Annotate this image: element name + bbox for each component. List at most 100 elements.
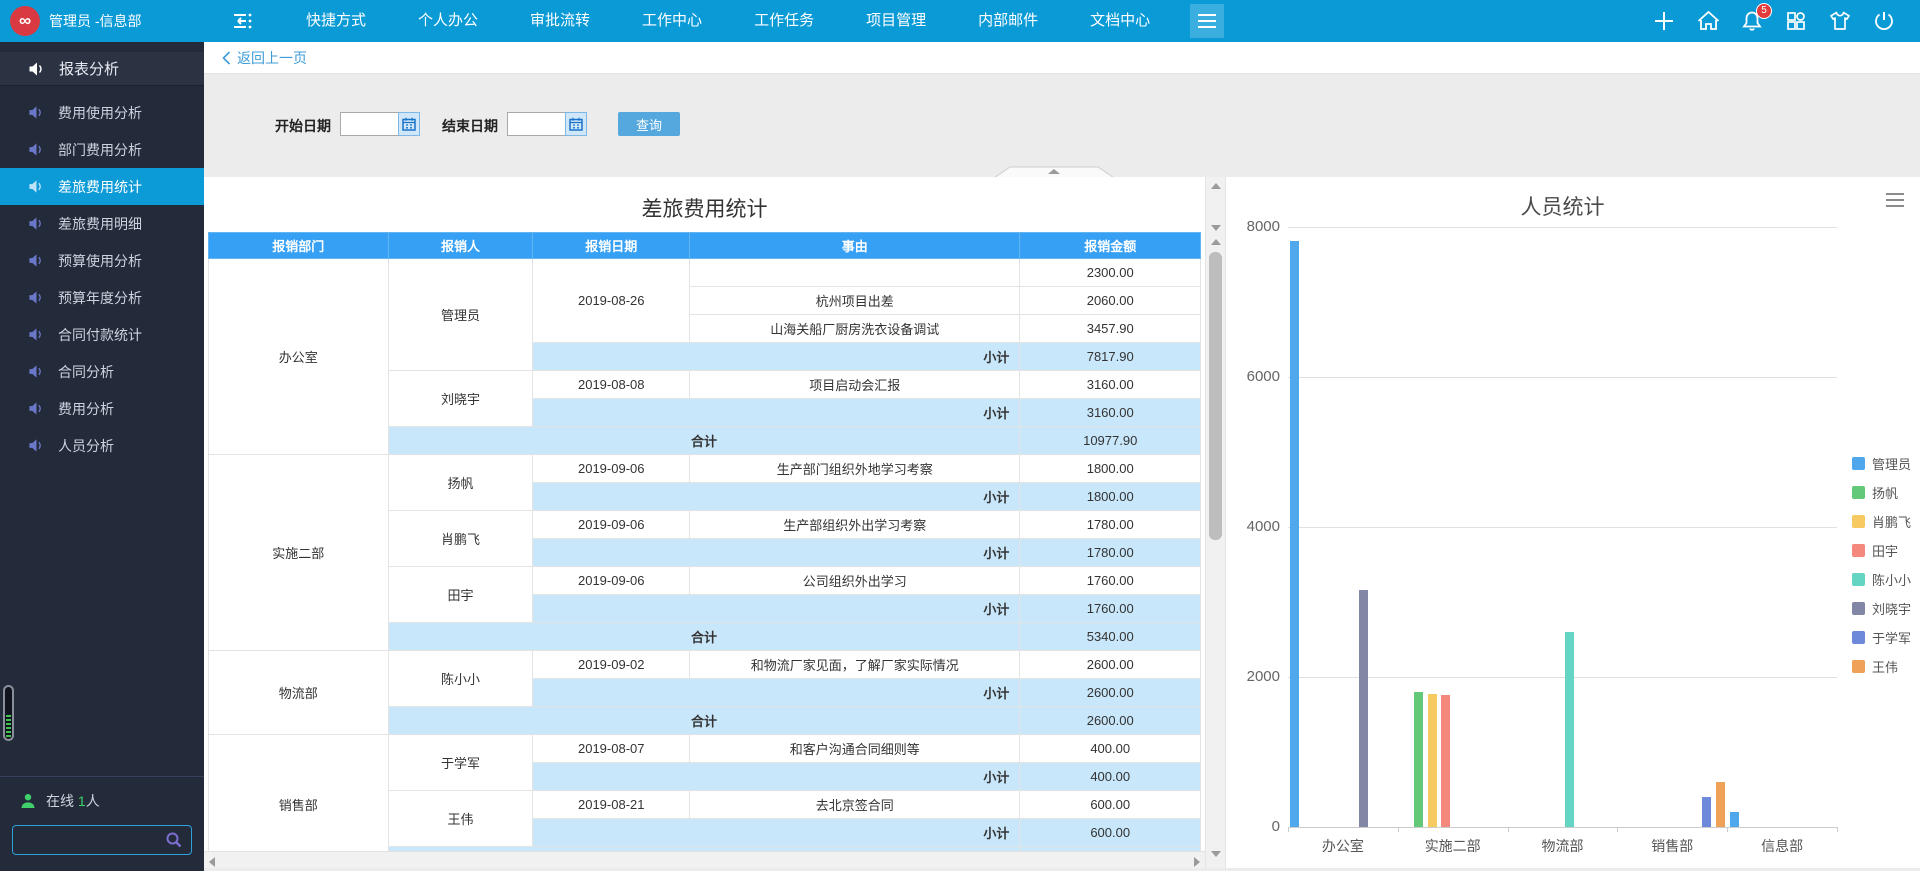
topbar-menu-item-7[interactable]: 内部邮件 [952, 0, 1064, 42]
scroll-up-arrow[interactable] [1211, 239, 1221, 245]
query-button[interactable]: 查询 [618, 112, 680, 136]
search-icon[interactable] [165, 831, 183, 849]
home-button[interactable] [1696, 9, 1720, 33]
scroll-left-arrow[interactable] [209, 857, 215, 867]
table-cell: 生产部组织外出学习考察 [690, 511, 1020, 539]
x-axis-tick [1617, 827, 1618, 832]
scroll-up-arrow[interactable] [1211, 183, 1221, 189]
person-online-icon [20, 793, 36, 809]
sidebar-search-input[interactable] [21, 833, 165, 848]
table-cell: 扬帆 [388, 455, 533, 511]
start-date-calendar-button[interactable] [398, 112, 420, 136]
speaker-icon [28, 364, 44, 379]
table-cell: 办公室 [209, 259, 389, 455]
end-date-calendar-button[interactable] [565, 112, 587, 136]
sidebar-group-header[interactable]: 报表分析 [0, 52, 204, 86]
table-cell: 肖鹏飞 [388, 511, 533, 567]
table-horizontal-scrollbar[interactable] [204, 851, 1205, 868]
scroll-down-arrow[interactable] [1211, 225, 1221, 231]
legend-item-扬帆[interactable]: 扬帆 [1852, 478, 1911, 507]
sidebar-item[interactable]: 合同付款统计 [0, 316, 204, 353]
table-cell: 2019-08-26 [533, 259, 690, 343]
table-cell: 5340.00 [1020, 623, 1201, 651]
start-date-input[interactable] [340, 112, 398, 136]
speaker-icon [28, 253, 44, 268]
menu-toggle-icon[interactable] [230, 11, 256, 31]
speaker-icon [28, 105, 44, 120]
legend-item-管理员[interactable]: 管理员 [1852, 449, 1911, 478]
notification-badge: 5 [1756, 3, 1772, 19]
sidebar-item[interactable]: 合同分析 [0, 353, 204, 390]
sidebar-item[interactable]: 差旅费用统计 [0, 168, 204, 205]
table-cell: 600.00 [1020, 819, 1201, 847]
legend-swatch [1852, 631, 1865, 644]
more-menu-button[interactable] [1190, 4, 1224, 38]
speaker-icon [28, 290, 44, 305]
theme-skin-button[interactable] [1828, 9, 1852, 33]
sidebar-item[interactable]: 预算年度分析 [0, 279, 204, 316]
legend-label: 王伟 [1872, 657, 1898, 676]
table-cell: 2060.00 [1020, 287, 1201, 315]
table-cell: 10977.90 [1020, 427, 1201, 455]
column-header: 报销人 [388, 233, 533, 259]
chart-menu-icon[interactable] [1886, 193, 1904, 207]
legend-item-陈小小[interactable]: 陈小小 [1852, 565, 1911, 594]
filter-bar: 开始日期 结束日期 查询 [204, 74, 1920, 177]
topbar-menu-item-3[interactable]: 审批流转 [504, 0, 616, 42]
x-axis-category-label: 办公室 [1288, 836, 1398, 856]
topbar-menu-item-4[interactable]: 工作中心 [616, 0, 728, 42]
legend-label: 田宇 [1872, 541, 1898, 560]
logout-power-button[interactable] [1872, 9, 1896, 33]
start-date-group [340, 112, 420, 136]
end-date-input[interactable] [507, 112, 565, 136]
content-vertical-scrollbar[interactable] [1205, 177, 1226, 868]
topbar-actions: 5 [1652, 9, 1920, 33]
sidebar-item[interactable]: 人员分析 [0, 427, 204, 464]
table-cell: 杭州项目出差 [690, 287, 1020, 315]
sidebar-item[interactable]: 差旅费用明细 [0, 205, 204, 242]
table-cell: 小计 [533, 595, 1020, 623]
notifications-button[interactable]: 5 [1740, 9, 1764, 33]
topbar-menu: 快捷方式个人办公审批流转工作中心工作任务项目管理内部邮件文档中心 [280, 0, 1176, 42]
table-cell: 2600.00 [1020, 679, 1201, 707]
table-cell: 2019-08-21 [533, 791, 690, 819]
topbar-menu-item-1[interactable]: 快捷方式 [280, 0, 392, 42]
expense-table-panel: 差旅费用统计 报销部门报销人报销日期事由报销金额办公室管理员2019-08-26… [204, 177, 1205, 868]
x-axis-tick [1288, 827, 1289, 832]
speaker-icon [28, 142, 44, 157]
table-cell: 400.00 [1020, 763, 1201, 791]
sidebar-menu: 费用使用分析部门费用分析差旅费用统计差旅费用明细预算使用分析预算年度分析合同付款… [0, 94, 204, 464]
legend-item-肖鹏飞[interactable]: 肖鹏飞 [1852, 507, 1911, 536]
table-row: 实施二部扬帆2019-09-06生产部门组织外地学习考察1800.00 [209, 455, 1201, 483]
legend-item-刘晓宇[interactable]: 刘晓宇 [1852, 594, 1911, 623]
add-button[interactable] [1652, 9, 1676, 33]
column-header: 事由 [690, 233, 1020, 259]
scroll-down-arrow[interactable] [1211, 851, 1221, 857]
app-root: ∞ 管理员 -信息部 快捷方式个人办公审批流转工作中心工作任务项目管理内部邮件文… [0, 0, 1920, 871]
bar-管理员 [1730, 812, 1739, 827]
start-date-label: 开始日期 [275, 116, 331, 136]
table-cell: 2019-09-02 [533, 651, 690, 679]
topbar-menu-item-2[interactable]: 个人办公 [392, 0, 504, 42]
apps-grid-button[interactable] [1784, 9, 1808, 33]
scrollbar-thumb[interactable] [1209, 252, 1222, 540]
table-cell: 合计 [388, 707, 1020, 735]
sidebar-item[interactable]: 费用使用分析 [0, 94, 204, 131]
panel-collapse-handle[interactable] [994, 165, 1114, 177]
topbar-menu-item-6[interactable]: 项目管理 [840, 0, 952, 42]
scroll-right-arrow[interactable] [1194, 857, 1200, 867]
topbar-menu-item-5[interactable]: 工作任务 [728, 0, 840, 42]
sidebar-footer: 在线 1人 [0, 776, 204, 871]
bar-于学军 [1702, 797, 1711, 827]
bar-田宇 [1441, 695, 1450, 827]
sidebar-item[interactable]: 预算使用分析 [0, 242, 204, 279]
back-link[interactable]: 返回上一页 [204, 42, 1920, 74]
legend-item-田宇[interactable]: 田宇 [1852, 536, 1911, 565]
sidebar-item[interactable]: 费用分析 [0, 390, 204, 427]
sidebar-item[interactable]: 部门费用分析 [0, 131, 204, 168]
legend-item-于学军[interactable]: 于学军 [1852, 623, 1911, 652]
legend-item-王伟[interactable]: 王伟 [1852, 652, 1911, 681]
chart-legend: 管理员扬帆肖鹏飞田宇陈小小刘晓宇于学军王伟 [1852, 449, 1911, 681]
topbar-menu-item-8[interactable]: 文档中心 [1064, 0, 1176, 42]
personnel-chart-panel: 人员统计 管理员扬帆肖鹏飞田宇陈小小刘晓宇于学军王伟 0200040006000… [1226, 177, 1920, 868]
